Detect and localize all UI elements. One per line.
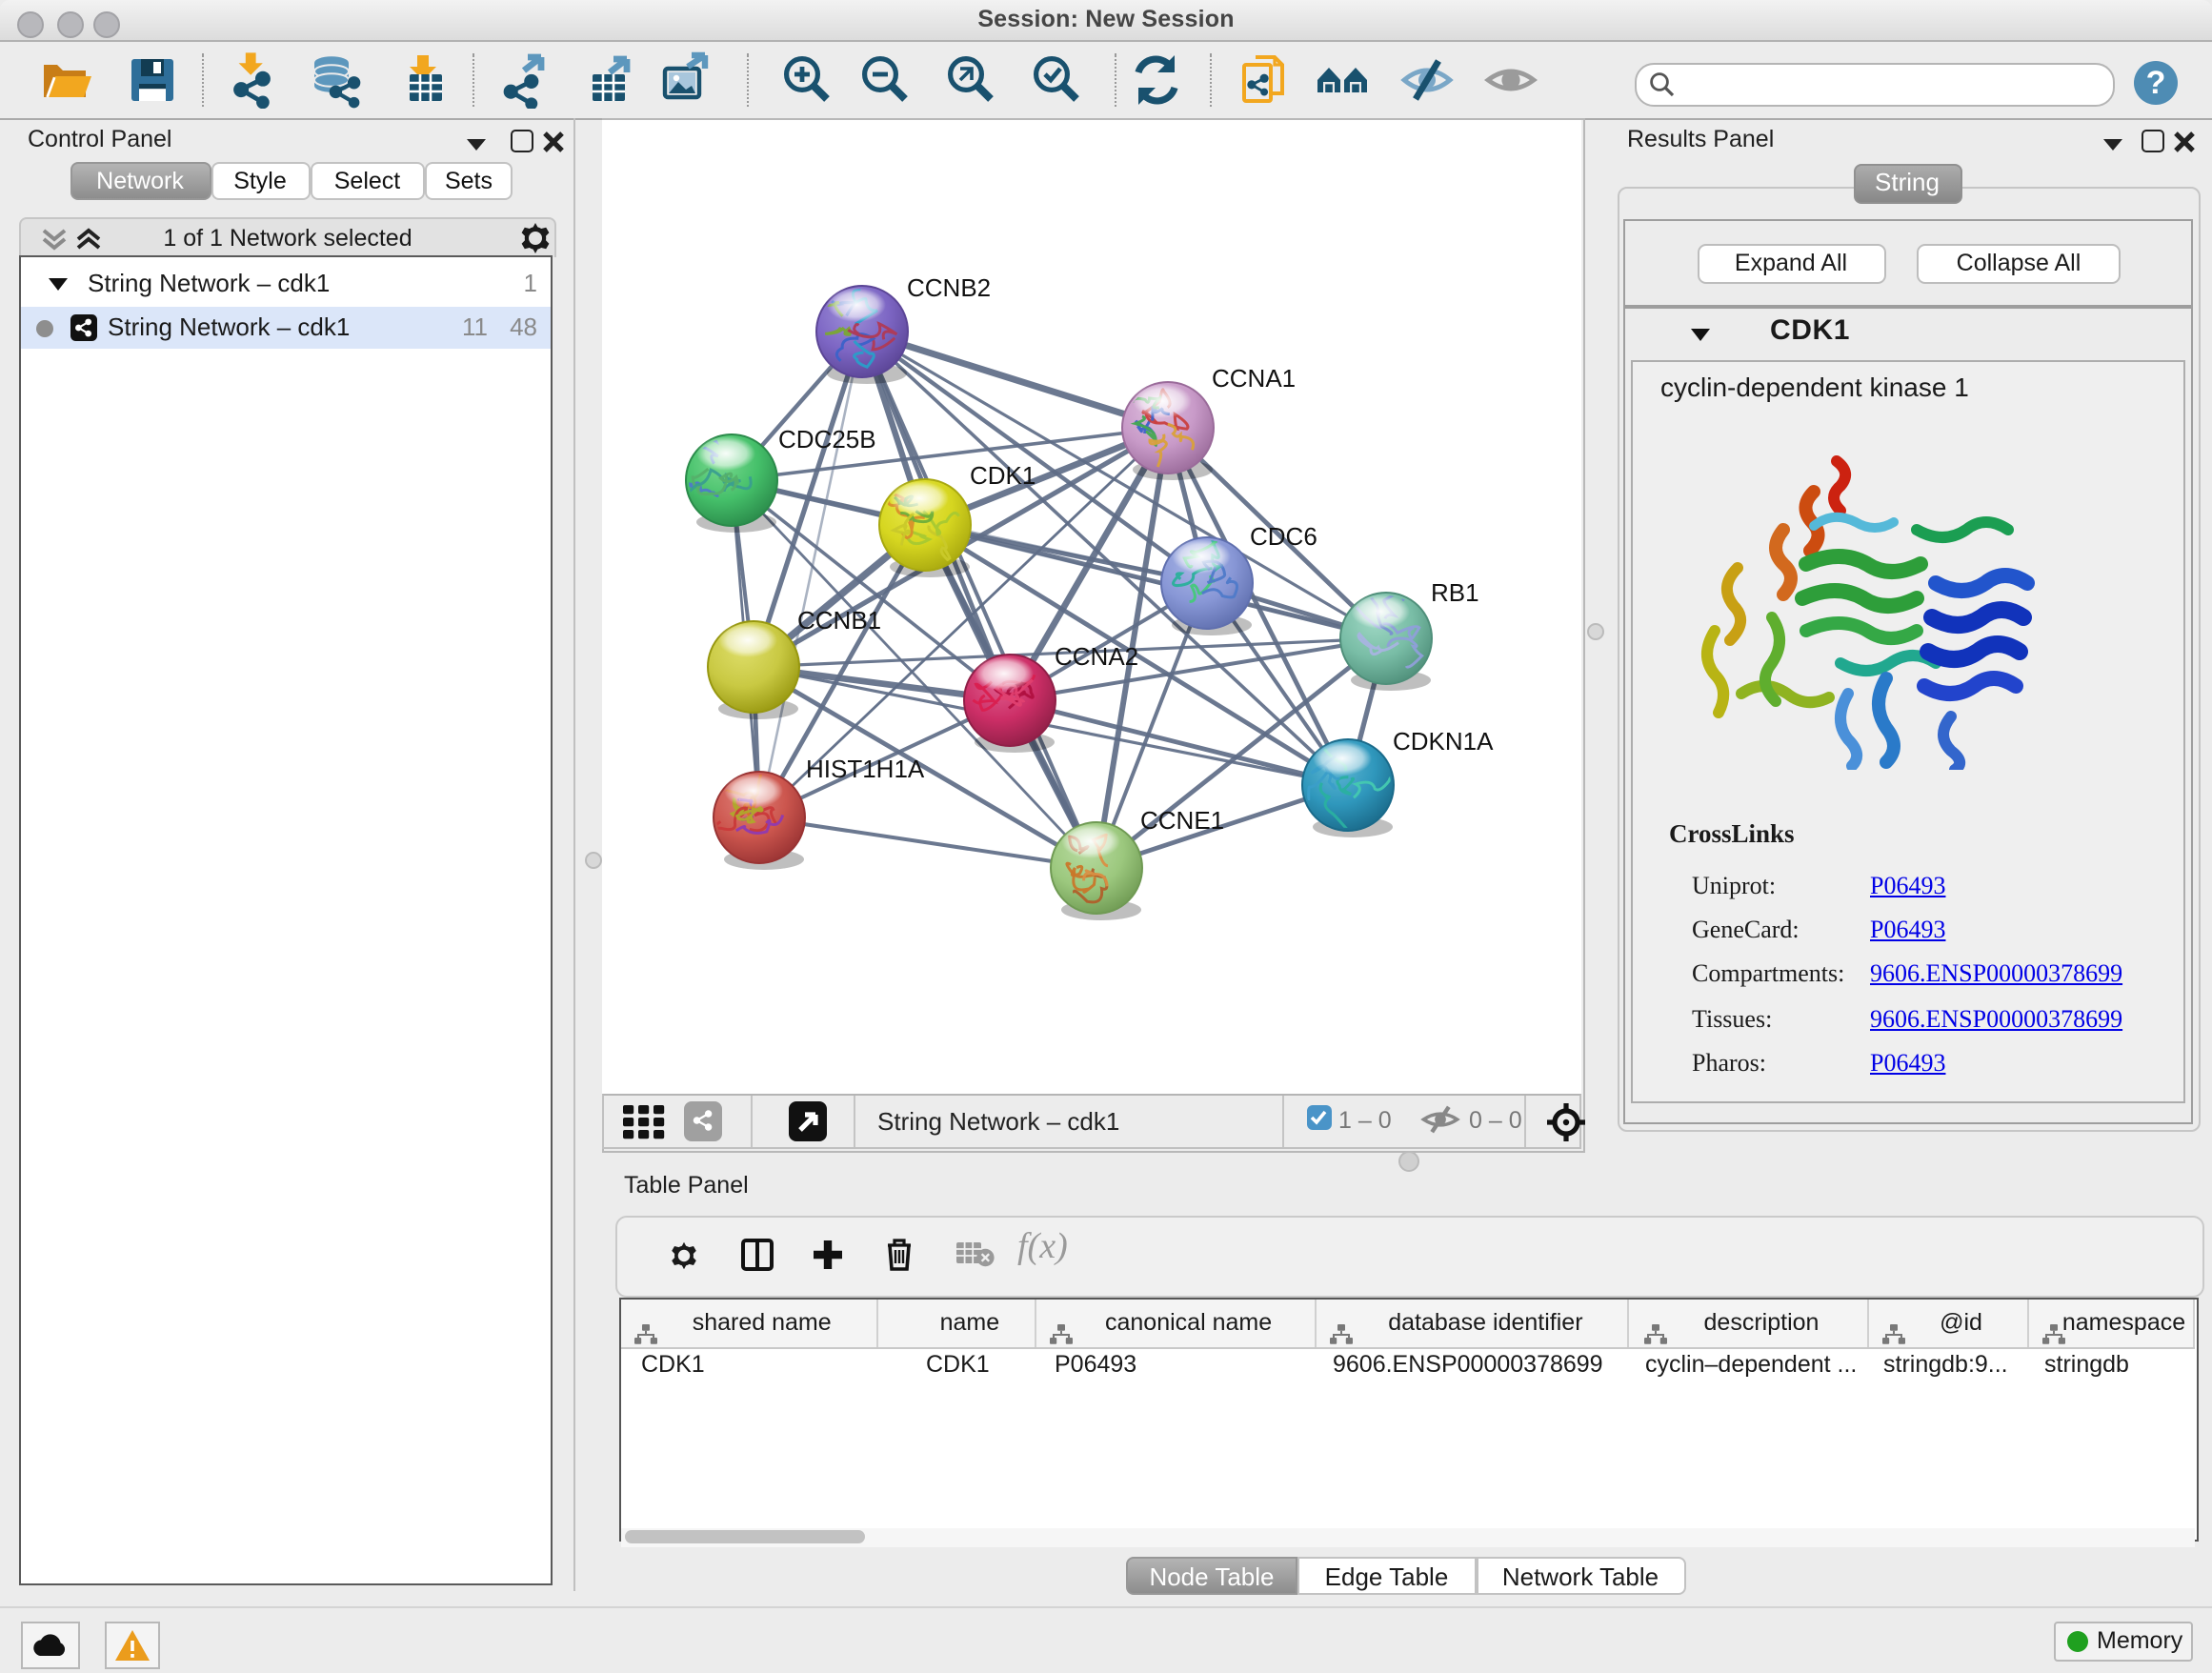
svg-text:CCNE1: CCNE1: [1139, 805, 1223, 834]
svg-text:CCNA1: CCNA1: [1211, 363, 1295, 392]
svg-text:CCNB2: CCNB2: [906, 272, 990, 301]
svg-text:CDKN1A: CDKN1A: [1392, 726, 1493, 755]
svg-text:RB1: RB1: [1430, 577, 1478, 606]
svg-text:HIST1H1A: HIST1H1A: [805, 754, 924, 782]
svg-text:CDK1: CDK1: [969, 460, 1035, 489]
svg-text:CCNA2: CCNA2: [1054, 641, 1137, 670]
svg-text:CDC6: CDC6: [1249, 521, 1317, 550]
svg-text:CCNB1: CCNB1: [796, 605, 880, 634]
svg-text:CDC25B: CDC25B: [777, 424, 875, 453]
